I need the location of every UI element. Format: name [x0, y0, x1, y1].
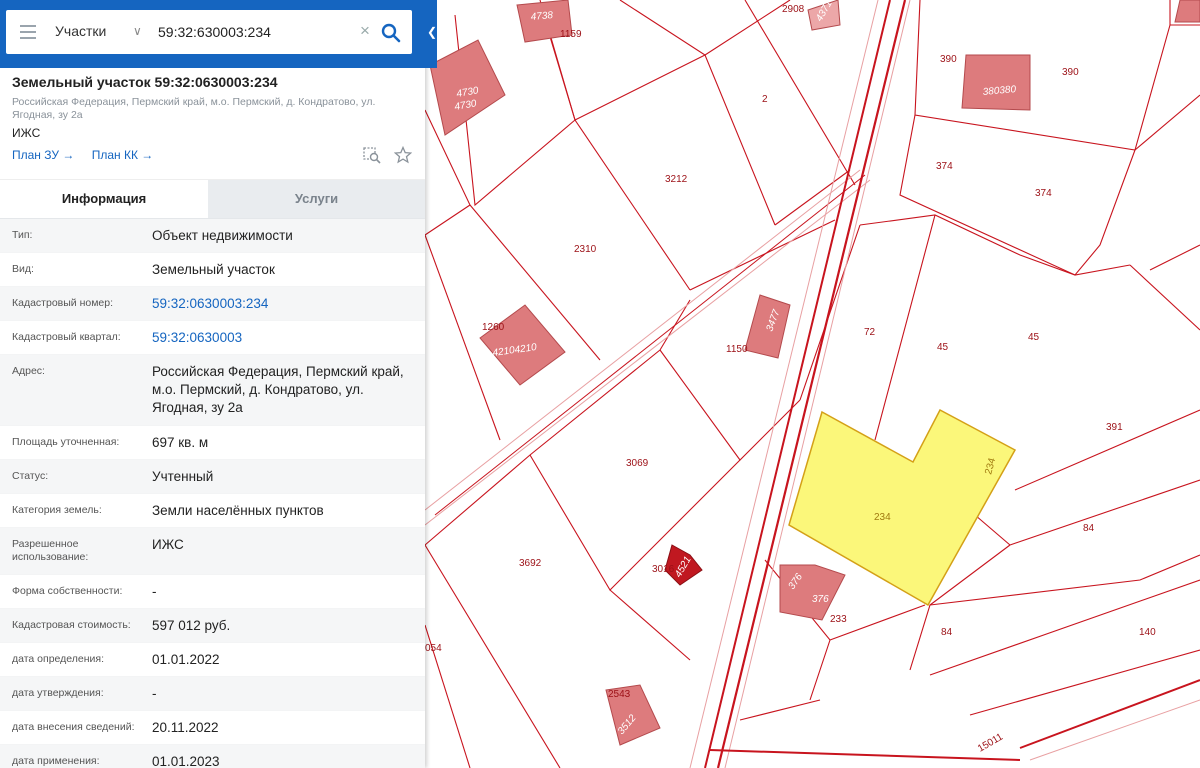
parcel-label: 3692: [519, 558, 542, 569]
property-row: Кадастровый номер: 59:32:0630003:234: [0, 287, 425, 321]
parcel-label: 1260: [482, 322, 505, 333]
property-value: 597 012 руб.: [152, 618, 231, 633]
property-value: 697 кв. м: [152, 435, 209, 450]
parcel-label: 054: [425, 643, 442, 654]
tab-information[interactable]: Информация: [0, 180, 208, 218]
chevron-left-icon: ❮: [427, 25, 438, 39]
property-label: Кадастровый квартал:: [12, 331, 121, 343]
road-corridor: [424, 0, 1200, 768]
property-row: Статус: Учтенный: [0, 460, 425, 494]
parcel-label: 140: [1139, 627, 1156, 638]
zoom-to-object-icon[interactable]: [362, 146, 382, 164]
property-label: дата определения:: [12, 653, 105, 665]
parcel-label: 84: [1083, 523, 1095, 534]
property-value: Земли населённых пунктов: [152, 503, 324, 518]
parcel-label: 374: [936, 161, 953, 172]
property-value: Российская Федерация, Пермский край, м.о…: [152, 364, 404, 415]
property-label: Площадь уточненная:: [12, 436, 120, 448]
parcel-label: 45: [1028, 332, 1040, 343]
chevron-down-icon[interactable]: ∨: [133, 24, 142, 38]
parcel-label: 45: [937, 342, 949, 353]
property-row: Категория земель: Земли населённых пункто…: [0, 494, 425, 528]
property-value: Учтенный: [152, 469, 214, 484]
property-label: дата утверждения:: [12, 687, 104, 699]
layer-select[interactable]: Участки: [55, 23, 106, 39]
parcel-label: 2: [762, 94, 768, 105]
parcel-label: 2543: [608, 689, 631, 700]
parcel-label: 1150: [726, 344, 748, 355]
parcel-label: 1159: [560, 29, 582, 40]
property-value: ИЖС: [152, 537, 184, 552]
search-box: Участки ∨ ×: [6, 10, 412, 54]
property-label: Статус:: [12, 470, 49, 482]
properties-table: Тип: Объект недвижимости Вид: Земельный уча…: [0, 219, 425, 768]
property-row: Адрес: Российская Федерация, Пермский кра…: [0, 355, 425, 426]
parcel-label: 15011: [976, 731, 1005, 754]
search-bar: Участки ∨ ×: [0, 0, 425, 68]
property-label: Разрешенное использование:: [12, 538, 89, 563]
search-input[interactable]: [156, 20, 340, 44]
property-row: Разрешенное использование: ИЖС: [0, 528, 425, 575]
property-value: 20.11.2022: [152, 720, 219, 735]
collapse-panel-button[interactable]: ❮: [425, 0, 437, 68]
property-value: Земельный участок: [152, 262, 275, 277]
property-label: Кадастровая стоимость:: [12, 619, 131, 631]
object-use: ИЖС: [12, 126, 41, 140]
property-row: Тип: Объект недвижимости: [0, 219, 425, 253]
property-row: Площадь уточненная: 697 кв. м: [0, 426, 425, 460]
property-label: Вид:: [12, 263, 34, 275]
property-label: Кадастровый номер:: [12, 297, 114, 309]
property-label: дата применения:: [12, 755, 100, 767]
parcel-label: 390: [940, 54, 957, 65]
search-icon[interactable]: [380, 22, 402, 44]
object-header: Земельный участок 59:32:0630003:234 Росс…: [0, 68, 425, 180]
object-title: Земельный участок 59:32:0630003:234: [12, 74, 278, 90]
property-label: Тип:: [12, 229, 33, 241]
plan-kk-link[interactable]: План КК →: [92, 148, 154, 162]
property-value: -: [152, 686, 157, 701]
plan-zu-link[interactable]: План ЗУ →: [12, 148, 74, 162]
parcel-label: 72: [864, 327, 876, 338]
property-row: дата применения: 01.01.2023: [0, 745, 425, 768]
property-row: Вид: Земельный участок: [0, 253, 425, 287]
property-row: Форма собственности: -: [0, 575, 425, 609]
star-icon[interactable]: [394, 145, 413, 164]
parcel-label: 233: [830, 614, 847, 625]
property-label: Адрес:: [12, 365, 45, 377]
property-value-link[interactable]: 59:32:0630003: [152, 321, 413, 354]
parcel-label: 3212: [665, 174, 688, 185]
property-label: дата внесения сведений:: [12, 721, 135, 733]
parcel-label: 3016: [652, 564, 675, 575]
map-labels: 1159239039038038037437432122310126042104…: [425, 0, 1156, 755]
property-row: дата определения: 01.01.2022: [0, 643, 425, 677]
parcel-label: 3069: [626, 458, 649, 469]
parcel-label: 234: [874, 512, 891, 523]
property-value-link[interactable]: 59:32:0630003:234: [152, 287, 413, 320]
property-value: Объект недвижимости: [152, 228, 293, 243]
tabs: Информация Услуги: [0, 180, 425, 219]
property-value: 01.01.2022: [152, 652, 220, 667]
property-value: -: [152, 584, 157, 599]
clear-icon[interactable]: ×: [360, 21, 370, 41]
parcel-label: 84: [941, 627, 953, 638]
side-panel: Участки ∨ × Земельный участок 59:32:0630…: [0, 0, 425, 768]
parcel-label: 374: [1035, 188, 1052, 199]
menu-icon[interactable]: [20, 25, 36, 39]
tab-services[interactable]: Услуги: [208, 180, 425, 218]
object-address: Российская Федерация, Пермский край, м.о…: [12, 96, 376, 121]
property-row: Кадастровая стоимость: 597 012 руб.: [0, 609, 425, 643]
property-row: дата внесения сведений: 20.11.2022: [0, 711, 425, 745]
parcel-label: 2908: [782, 4, 805, 15]
parcel-label: 2310: [574, 244, 597, 255]
building-label: 4738: [530, 10, 554, 23]
property-value: 01.01.2023: [152, 754, 220, 768]
parcel-label: 391: [1106, 422, 1123, 433]
property-label: Форма собственности:: [12, 585, 123, 597]
property-label: Категория земель:: [12, 504, 102, 516]
property-row: Кадастровый квартал: 59:32:0630003: [0, 321, 425, 355]
property-row: дата утверждения: -: [0, 677, 425, 711]
building-label: 376: [812, 594, 829, 605]
parcel-label: 390: [1062, 67, 1079, 78]
